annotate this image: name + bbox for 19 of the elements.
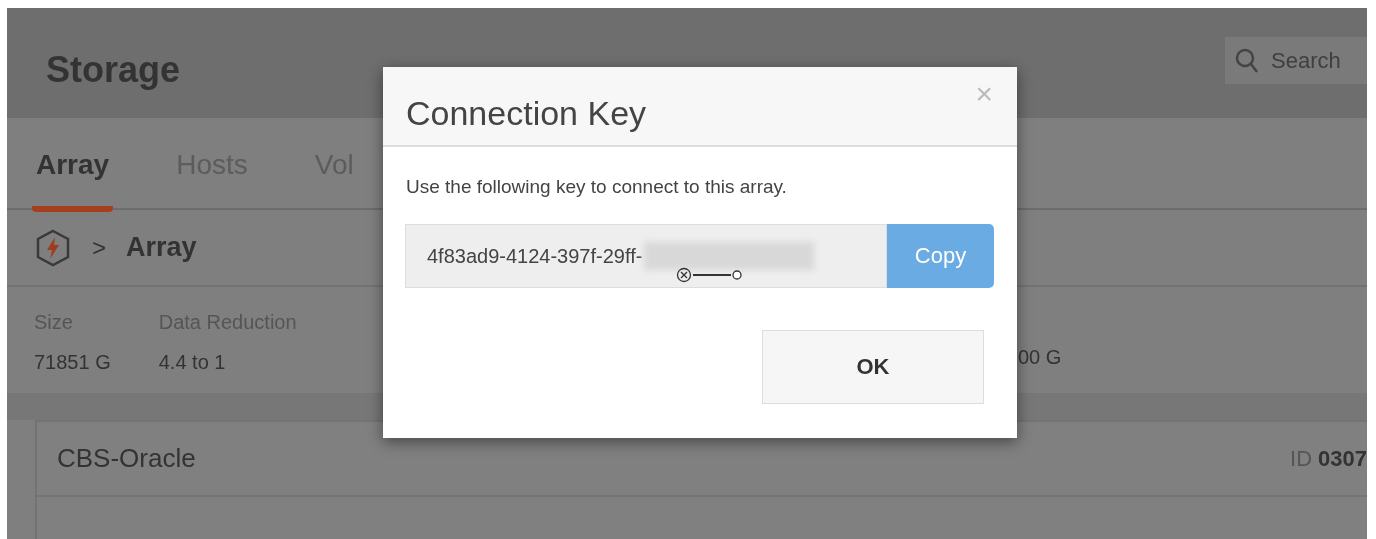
breadcrumb-separator: > <box>92 232 106 263</box>
card-title: CBS-Oracle <box>57 442 196 475</box>
stat-value: 00 G <box>1018 346 1062 368</box>
copy-button[interactable]: Copy <box>887 223 994 288</box>
ok-button[interactable]: OK <box>762 329 984 404</box>
dialog-message: Use the following key to connect to this array. <box>406 175 788 199</box>
stat-value: 4.4 to 1 <box>158 350 227 375</box>
stat-value: 71851 G <box>34 350 111 375</box>
search-field[interactable]: Search <box>1225 37 1367 84</box>
search-icon <box>1235 48 1259 74</box>
dialog-title: Connection Key <box>406 93 647 134</box>
id-value: 0307 <box>1318 445 1367 473</box>
key-field[interactable]: 4f83ad9-4124-397f-29ff- <box>405 223 887 288</box>
tab[interactable]: Array <box>32 144 114 212</box>
close-button[interactable]: × <box>975 79 993 109</box>
key-text: 4f83ad9-4124-397f-29ff- <box>427 243 643 269</box>
breadcrumb-item[interactable]: Array <box>126 227 197 268</box>
page-title: Storage <box>46 48 181 92</box>
hexagon-lightning-icon <box>34 228 72 267</box>
